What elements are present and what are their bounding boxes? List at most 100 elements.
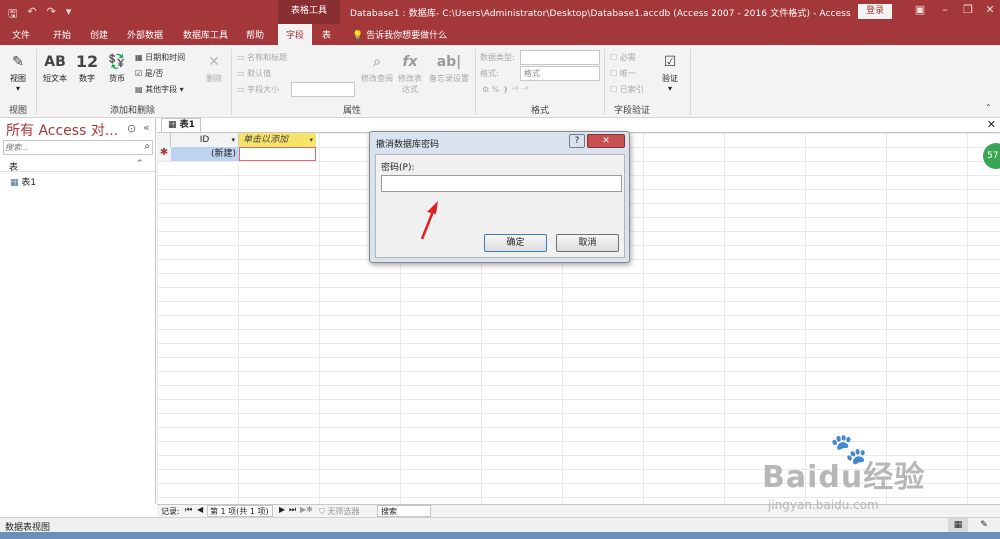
validation-icon: ☑ bbox=[663, 54, 677, 70]
tab-file[interactable]: 文件 bbox=[12, 28, 30, 41]
delete-field-button[interactable]: ✕ 删除 bbox=[202, 51, 226, 84]
shutter-bar-icon[interactable]: « bbox=[143, 121, 150, 134]
datasheet-view-icon[interactable]: ▦ bbox=[948, 518, 968, 532]
column-header-add[interactable]: 单击以添加 ▾ bbox=[239, 133, 316, 147]
ribbon: ✎ 视图 ▾ AB 短文本 12 数字 💱 货币 ▦ 日期和时间 ☑ 是/否 ▤ 其他字段… bbox=[0, 45, 1000, 118]
delete-icon: ✕ bbox=[208, 54, 220, 70]
collapse-section-icon[interactable]: ⌃ bbox=[136, 159, 144, 169]
new-record-icon[interactable]: ▶✱ bbox=[300, 505, 313, 514]
collapse-ribbon-icon[interactable]: ⌃ bbox=[985, 103, 992, 112]
last-record-icon[interactable]: ⏭ bbox=[289, 505, 296, 515]
number-button[interactable]: 12 数字 bbox=[74, 51, 100, 84]
unique-checkbox[interactable]: ☐ 唯一 bbox=[610, 68, 636, 79]
customize-qat-icon[interactable]: ▾ bbox=[66, 5, 72, 24]
number-format-icons[interactable]: ⚙ % ❩ ⁺⁰ ⁻⁰ bbox=[482, 85, 529, 94]
next-record-icon[interactable]: ▶ bbox=[279, 505, 285, 514]
title-bar: 🖫 ↶ ↷ ▾ 表格工具 Database1 : 数据库- C:\Users\A… bbox=[0, 0, 1000, 24]
default-icon: ▭ bbox=[237, 69, 248, 78]
modify-lookups-button[interactable]: ⌕ 修改查阅 bbox=[360, 51, 394, 84]
first-record-icon[interactable]: ⏮ bbox=[185, 505, 192, 515]
name-caption-button[interactable]: ▭ 名称和标题 bbox=[237, 52, 287, 63]
memo-icon: ab| bbox=[436, 54, 462, 70]
watermark-brand: Baidu经验 bbox=[762, 460, 926, 495]
record-search-box[interactable]: 搜索 bbox=[377, 505, 431, 517]
search-icon[interactable]: ⌕ bbox=[144, 141, 150, 152]
tab-help[interactable]: 帮助 bbox=[246, 28, 264, 41]
maximize-icon[interactable]: ❐ bbox=[958, 3, 978, 16]
tab-table[interactable]: 表 bbox=[322, 28, 331, 41]
nav-section-header[interactable]: 表 ⌃ bbox=[0, 158, 155, 173]
dialog-close-button[interactable]: ✕ bbox=[587, 134, 625, 148]
tab-database-tools[interactable]: 数据库工具 bbox=[183, 28, 228, 41]
nav-search-box[interactable]: ⌕ bbox=[3, 140, 153, 155]
ok-button[interactable]: 确定 bbox=[484, 234, 547, 252]
unset-password-dialog: 撤消数据库密码 ? ✕ 密码(P): 确定 取消 bbox=[369, 131, 630, 263]
number-icon: 12 bbox=[75, 52, 99, 71]
sort-arrow-icon[interactable]: ▾ bbox=[231, 133, 235, 147]
tab-fields[interactable]: 字段 bbox=[278, 24, 313, 45]
close-icon[interactable]: ✕ bbox=[980, 3, 1000, 16]
calendar-icon: ▦ bbox=[135, 53, 146, 62]
tab-home[interactable]: 开始 bbox=[53, 28, 71, 41]
currency-icon: 💱 bbox=[108, 54, 126, 70]
nav-item-table1[interactable]: ▦ 表1 bbox=[10, 175, 36, 188]
short-text-button[interactable]: AB 短文本 bbox=[40, 51, 70, 84]
datetime-button[interactable]: ▦ 日期和时间 bbox=[135, 52, 185, 63]
dialog-body: 密码(P): 确定 取消 bbox=[375, 154, 625, 258]
currency-button[interactable]: 💱 货币 bbox=[104, 51, 130, 84]
filter-icon: ⛉ bbox=[319, 507, 328, 516]
windows-taskbar bbox=[0, 532, 1000, 539]
lookup-icon: ⌕ bbox=[373, 54, 381, 70]
help-icon[interactable]: ? bbox=[569, 134, 585, 148]
field-size-input[interactable] bbox=[291, 82, 355, 97]
window-title: Database1 : 数据库- C:\Users\Administrator\… bbox=[350, 9, 851, 19]
new-row-add-cell[interactable] bbox=[239, 147, 316, 161]
cancel-button[interactable]: 取消 bbox=[556, 234, 619, 252]
doc-tab-table1[interactable]: ▦ 表1 bbox=[161, 118, 201, 132]
ab-icon: AB bbox=[44, 54, 66, 70]
navigation-pane: 所有 Access 对... ⊙ « ⌕ 表 ⌃ ▦ 表1 bbox=[0, 118, 156, 504]
ribbon-display-icon[interactable]: ▣ bbox=[910, 3, 930, 16]
validation-button[interactable]: ☑ 验证 ▾ bbox=[656, 51, 684, 93]
required-checkbox[interactable]: ☐ 必需 bbox=[610, 52, 636, 63]
tab-create[interactable]: 创建 bbox=[90, 28, 108, 41]
table-tools-context: 表格工具 bbox=[278, 0, 340, 24]
nav-title[interactable]: 所有 Access 对... bbox=[6, 120, 118, 140]
fx-icon: fx bbox=[402, 54, 418, 70]
redo-icon[interactable]: ↷ bbox=[47, 5, 56, 24]
watermark-url: jingyan.baidu.com bbox=[768, 498, 879, 512]
dialog-title: 撤消数据库密码 bbox=[376, 140, 440, 150]
field-size-label: ▭ 字段大小 bbox=[237, 85, 280, 94]
column-header-id[interactable]: ID ▾ bbox=[171, 133, 239, 147]
new-record-star-icon: ✱ bbox=[157, 147, 171, 161]
modify-expression-button[interactable]: fx 修改表达式 bbox=[397, 51, 423, 95]
undo-icon[interactable]: ↶ bbox=[27, 5, 36, 24]
nav-search-input[interactable] bbox=[5, 142, 133, 153]
checkbox-icon: ☑ bbox=[135, 69, 145, 78]
table-icon: ▦ bbox=[10, 178, 22, 188]
add-field-arrow-icon[interactable]: ▾ bbox=[309, 133, 313, 147]
login-button[interactable]: 登录 bbox=[858, 4, 892, 19]
save-icon[interactable]: 🖫 bbox=[8, 5, 17, 24]
prev-record-icon[interactable]: ◀ bbox=[197, 505, 203, 514]
memo-settings-button[interactable]: ab| 备忘录设置 bbox=[426, 51, 472, 84]
data-type-select[interactable] bbox=[520, 50, 600, 65]
no-filter-indicator[interactable]: ⛉ 无筛选器 bbox=[319, 506, 360, 517]
more-fields-button[interactable]: ▤ 其他字段 ▾ bbox=[135, 84, 184, 95]
close-doc-icon[interactable]: ✕ bbox=[987, 118, 996, 131]
nav-menu-icon[interactable]: ⊙ bbox=[127, 122, 136, 135]
record-position[interactable]: 第 1 项(共 1 项) bbox=[207, 505, 273, 517]
view-icon: ✎ bbox=[12, 54, 24, 70]
indexed-checkbox[interactable]: ☐ 已索引 bbox=[610, 84, 644, 95]
design-view-icon[interactable]: ✎ bbox=[974, 518, 994, 532]
quick-access-toolbar: 🖫 ↶ ↷ ▾ bbox=[8, 5, 71, 24]
new-row-id-cell[interactable]: (新建) bbox=[171, 147, 239, 161]
default-value-button[interactable]: ▭ 默认值 bbox=[237, 68, 271, 79]
password-input[interactable] bbox=[381, 175, 622, 192]
yesno-button[interactable]: ☑ 是/否 bbox=[135, 68, 163, 79]
tell-me-box[interactable]: 💡 告诉我你想要做什么 bbox=[352, 28, 447, 41]
minimize-icon[interactable]: – bbox=[935, 3, 955, 16]
tab-external-data[interactable]: 外部数据 bbox=[127, 28, 163, 41]
view-button[interactable]: ✎ 视图 ▾ bbox=[4, 51, 32, 93]
format-select[interactable]: 格式 bbox=[520, 66, 600, 81]
